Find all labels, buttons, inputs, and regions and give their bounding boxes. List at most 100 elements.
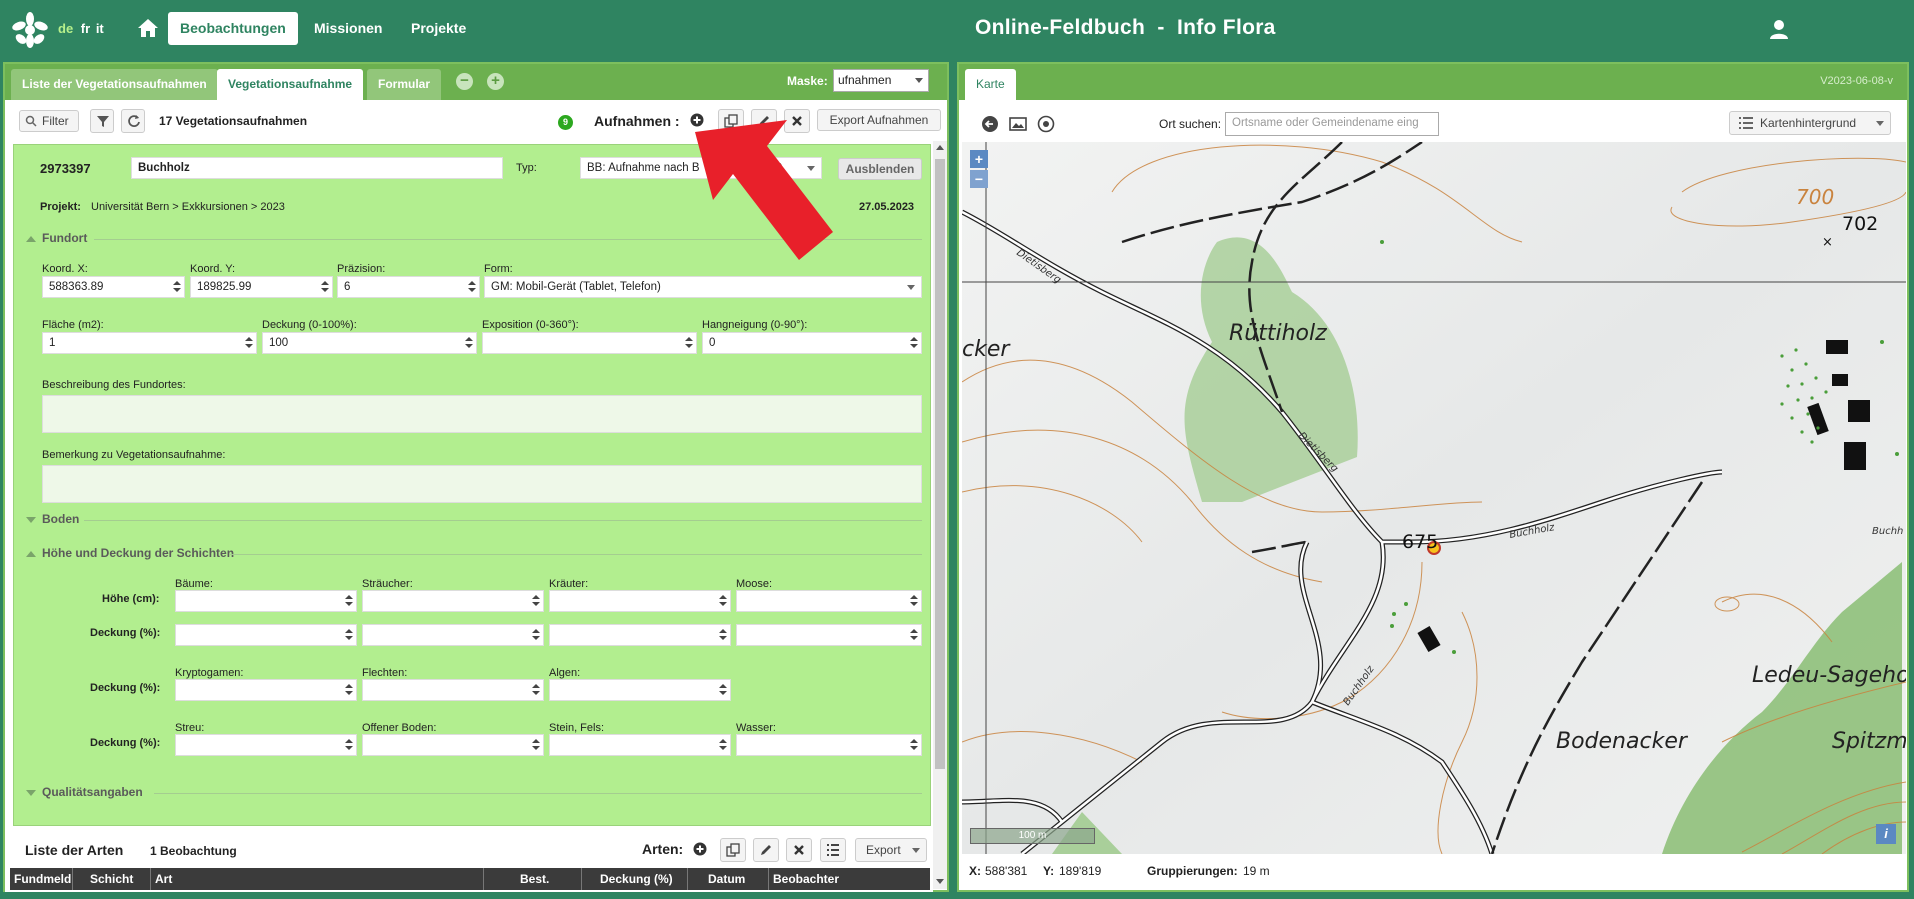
hangneigung-input[interactable]: 0 [702, 332, 922, 354]
koord-x-input[interactable]: 588363.89 [42, 276, 185, 298]
beschreibung-textarea[interactable] [42, 395, 922, 433]
deckung-stein-input[interactable] [549, 734, 731, 756]
col-schicht[interactable]: Schicht [90, 872, 133, 886]
map-canvas[interactable]: Rüttiholz cker 675 700 702 × Buchholz Di… [962, 142, 1906, 854]
collapse-icon[interactable]: − [456, 73, 473, 90]
stepper-icon[interactable] [532, 593, 540, 609]
stepper-icon[interactable] [321, 279, 329, 295]
refresh-button[interactable] [121, 109, 145, 133]
stepper-icon[interactable] [910, 627, 918, 643]
lang-de[interactable]: de [58, 21, 73, 36]
deckung-algen-input[interactable] [549, 679, 731, 701]
stepper-icon[interactable] [719, 682, 727, 698]
stepper-icon[interactable] [532, 682, 540, 698]
stepper-icon[interactable] [173, 279, 181, 295]
deckung-streu-input[interactable] [175, 734, 357, 756]
filter-button[interactable]: Filter [19, 110, 79, 132]
deckung-flechten-input[interactable] [362, 679, 544, 701]
scroll-up-icon[interactable] [936, 145, 944, 150]
ort-search-input[interactable]: Ortsname oder Gemeindename eing [1225, 112, 1439, 136]
stepper-icon[interactable] [465, 335, 473, 351]
col-deckung[interactable]: Deckung (%) [600, 872, 673, 886]
stepper-icon[interactable] [345, 737, 353, 753]
stepper-icon[interactable] [910, 737, 918, 753]
tab-liste-vegetationsaufnahmen[interactable]: Liste der Vegetationsaufnahmen [11, 69, 218, 100]
tab-formular[interactable]: Formular [367, 69, 442, 100]
user-icon[interactable] [1768, 18, 1790, 40]
deckung-straeucher-input[interactable] [362, 624, 544, 646]
mask-select[interactable]: ufnahmen [833, 69, 929, 92]
col-beobachter[interactable]: Beobachter [773, 872, 839, 886]
kartenhintergrund-button[interactable]: Kartenhintergrund [1729, 111, 1891, 135]
copy-art-button[interactable] [720, 838, 746, 862]
hoehe-baeume-input[interactable] [175, 590, 357, 612]
stepper-icon[interactable] [345, 627, 353, 643]
deckung-input[interactable]: 100 [262, 332, 477, 354]
hoehe-kraeuter-input[interactable] [549, 590, 731, 612]
stepper-icon[interactable] [719, 627, 727, 643]
add-tab-icon[interactable]: + [487, 73, 504, 90]
deckung-wasser-input[interactable] [736, 734, 922, 756]
funnel-button[interactable] [90, 109, 114, 133]
deckung-kraeuter-input[interactable] [549, 624, 731, 646]
col-datum[interactable]: Datum [708, 872, 745, 886]
tab-karte[interactable]: Karte [965, 69, 1016, 100]
nav-projekte[interactable]: Projekte [399, 12, 478, 45]
section-boden[interactable]: Boden [26, 512, 79, 528]
deckung-moose-input[interactable] [736, 624, 922, 646]
zoom-in-button[interactable]: + [970, 150, 988, 168]
hoehe-moose-input[interactable] [736, 590, 922, 612]
ausblenden-button[interactable]: Ausblenden [838, 158, 922, 180]
section-fundort[interactable]: Fundort [26, 231, 87, 247]
tab-vegetationsaufnahme[interactable]: Vegetationsaufnahme [217, 69, 364, 100]
stepper-icon[interactable] [910, 593, 918, 609]
stepper-icon[interactable] [468, 279, 476, 295]
add-art-button[interactable] [688, 838, 710, 862]
section-qualitaet[interactable]: Qualitätsangaben [26, 785, 143, 801]
stepper-icon[interactable] [719, 737, 727, 753]
col-krypto-label: Kryptogamen: [175, 667, 244, 679]
info-flora-logo[interactable] [12, 12, 48, 48]
section-schichten[interactable]: Höhe und Deckung der Schichten [26, 546, 234, 562]
koord-y-input[interactable]: 189825.99 [190, 276, 333, 298]
flaeche-input[interactable]: 1 [42, 332, 257, 354]
bemerkung-textarea[interactable] [42, 465, 922, 503]
deckung-baeume-input[interactable] [175, 624, 357, 646]
lang-it[interactable]: it [96, 21, 104, 36]
stepper-icon[interactable] [685, 335, 693, 351]
list-view-button[interactable] [820, 838, 846, 862]
scroll-down-icon[interactable] [936, 879, 944, 884]
col-fundmeld[interactable]: Fundmeld [14, 872, 71, 886]
back-icon[interactable] [981, 115, 999, 133]
praezision-input[interactable]: 6 [337, 276, 480, 298]
deckung-offener-boden-input[interactable] [362, 734, 544, 756]
stepper-icon[interactable] [345, 593, 353, 609]
home-icon[interactable] [136, 16, 160, 40]
export-arten-button[interactable]: Export [855, 838, 927, 862]
edit-art-button[interactable] [753, 838, 779, 862]
deckung-krypto-input[interactable] [175, 679, 357, 701]
stepper-icon[interactable] [910, 335, 918, 351]
stepper-icon[interactable] [345, 682, 353, 698]
info-button[interactable]: i [1876, 824, 1896, 844]
stepper-icon[interactable] [719, 593, 727, 609]
locate-icon[interactable] [1037, 115, 1055, 133]
col-best[interactable]: Best. [520, 872, 549, 886]
record-name-input[interactable]: Buchholz [131, 157, 503, 179]
exposition-input[interactable] [482, 332, 697, 354]
nav-missionen[interactable]: Missionen [302, 12, 394, 45]
stepper-icon[interactable] [532, 627, 540, 643]
topo-map[interactable]: Rüttiholz cker 675 700 702 × Buchholz Di… [962, 142, 1906, 854]
stepper-icon[interactable] [245, 335, 253, 351]
lang-fr[interactable]: fr [81, 21, 90, 36]
zoom-out-button[interactable]: − [970, 170, 988, 188]
col-art[interactable]: Art [155, 872, 172, 886]
scroll-thumb[interactable] [935, 159, 945, 769]
nav-beobachtungen[interactable]: Beobachtungen [168, 12, 298, 45]
image-icon[interactable] [1009, 115, 1027, 133]
export-aufnahmen-button[interactable]: Export Aufnahmen [817, 109, 941, 131]
delete-art-button[interactable] [786, 838, 812, 862]
left-scrollbar[interactable] [933, 141, 947, 889]
hoehe-straeucher-input[interactable] [362, 590, 544, 612]
stepper-icon[interactable] [532, 737, 540, 753]
